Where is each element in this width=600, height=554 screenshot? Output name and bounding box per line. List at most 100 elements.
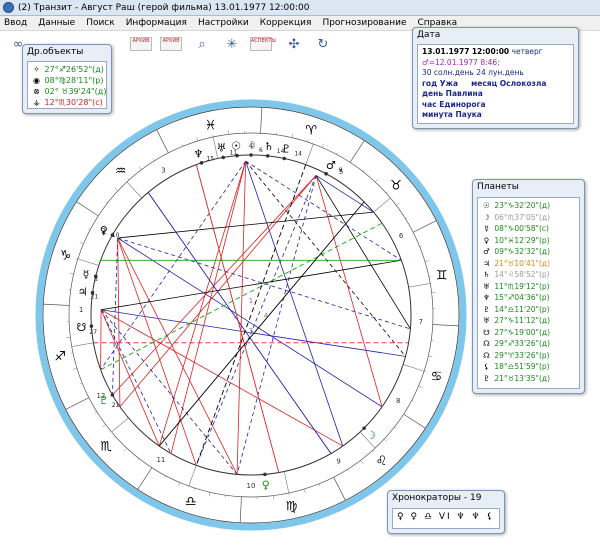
planet-glyph-icon: ♃	[483, 258, 490, 268]
planet-degree: 14	[294, 151, 302, 158]
planet-row[interactable]: ♅ 27°♑11'12"(д)	[481, 315, 576, 327]
planet-dot	[110, 393, 115, 397]
center-house-label: 2	[234, 312, 238, 320]
other-object-position: 27°♐26'52"(д)	[42, 65, 104, 74]
planet-position: 23°♑32'20"(д)	[492, 201, 551, 210]
planet-glyph-icon: ♅	[483, 281, 490, 291]
planet-position: 29°♈33'26"(р)	[492, 350, 550, 360]
house-number: 8	[396, 397, 400, 405]
planet-glyph-icon: ☉	[483, 201, 490, 210]
planet-row[interactable]: ♃ 21°♉10'41"(д)	[481, 258, 576, 270]
planet-row[interactable]: ⚸ 18°♎51'59"(р)	[481, 361, 576, 373]
planets-panel[interactable]: Планеты ☉ 23°♑32'20"(д) ☽ 06°♏37'05"(д) ☿ …	[472, 179, 585, 394]
planets-panel-title: Планеты	[477, 182, 519, 192]
planet-position: 27°♑19'00"(д)	[492, 327, 551, 337]
planet-row[interactable]: ♇ 14°♎11'20"(р)	[481, 304, 576, 316]
house-number: 3	[161, 166, 165, 174]
other-object-row[interactable]: ◉ 08°♍28'11"(р)	[31, 75, 103, 86]
house-number: 1	[79, 306, 83, 314]
other-object-position: 12°♏30'28"(с)	[42, 98, 103, 107]
chronocrator-value: ♀	[410, 512, 424, 522]
planet-dot	[221, 155, 226, 160]
house-number: 11	[156, 456, 165, 464]
planet-row[interactable]: ☊ 29°♐33'26"(д)	[481, 338, 576, 350]
planet-dot	[89, 324, 94, 328]
other-objects-panel[interactable]: Др.объекты ✧ 27°♐26'52"(д) ◉ 08°♍28'11"(р…	[22, 44, 112, 114]
lunar-day: 24 лун.день	[476, 68, 524, 77]
planet-glyph-icon: ♇	[483, 304, 490, 314]
zodiac-sign-icon: ♍	[286, 500, 298, 515]
house-number: 6	[399, 232, 404, 240]
center-house-label: 4	[264, 312, 269, 320]
other-object-glyph-icon: ✧	[33, 65, 40, 74]
zodiac-sign-icon: ♌	[376, 454, 388, 469]
house-number: 7	[419, 318, 423, 326]
chronocrators-title: Хронократоры - 19	[392, 493, 482, 503]
zodiac-sign-icon: ♈	[305, 124, 317, 139]
planet-position: 14°♎11'20"(р)	[492, 304, 550, 314]
planet-row[interactable]: ♆ 15°♐04'36"(р)	[481, 292, 576, 304]
planet-glyph-icon: ♄	[483, 270, 490, 279]
planet-row[interactable]: ☉ 23°♑32'20"(д)	[481, 200, 576, 212]
other-object-position: 08°♍28'11"(р)	[42, 76, 104, 85]
planet-position: 08°♑00'58"(с)	[492, 224, 549, 233]
planet-glyph-icon: ♄	[264, 140, 274, 153]
solar-day: 30 солн.день	[422, 68, 474, 77]
planet-position: 29°♐33'26"(д)	[492, 339, 551, 348]
planet-position: 11°♏19'12"(р)	[492, 281, 550, 291]
planet-glyph-icon: ♇	[99, 394, 109, 407]
planet-row[interactable]: ♄ 14°♌58'52"(р)	[481, 269, 576, 281]
planet-glyph-icon: ☽	[366, 429, 376, 442]
chronocrator-value: ⚸	[486, 512, 495, 522]
weekday-value: четверг	[511, 47, 543, 56]
date-value: 13.01.1977	[422, 47, 470, 56]
center-house-label: 3	[249, 327, 253, 335]
zodiac-sign-icon: ♐	[54, 350, 66, 365]
planet-degree: 10	[112, 232, 120, 239]
planet-position: 21°♉13'35"(д)	[492, 373, 551, 383]
julian-time: 8:46;	[480, 57, 500, 67]
other-object-row[interactable]: ✧ 27°♐26'52"(д)	[31, 64, 104, 75]
chronocrator-value: ♆	[456, 512, 472, 522]
planet-row[interactable]: ♀ 10°♓12'29"(р)	[481, 235, 576, 247]
date-panel-title: Дата	[417, 30, 441, 40]
house-number: 9	[336, 458, 340, 466]
year-animal: год Ужа	[422, 78, 459, 88]
planet-position: 21°♉10'41"(д)	[492, 258, 551, 268]
planet-degree: 21	[91, 293, 99, 300]
planet-row[interactable]: ☽ 06°♏37'05"(д)	[481, 212, 576, 224]
chronocrators-panel[interactable]: Хронократоры - 19 ♀ ♀ ♎ VI ♆ ♆ ⚸	[387, 490, 505, 534]
zodiac-sign-icon: ♏	[100, 439, 112, 454]
other-objects-list: ✧ 27°♐26'52"(д) ◉ 08°♍28'11"(р) ⊗ 02° ♉39'…	[27, 61, 107, 109]
planet-row[interactable]: ☿ 08°♑00'58"(с)	[481, 223, 576, 235]
date-panel[interactable]: Дата 13.01.1977 12:00:00 четверг ♂=12.01…	[412, 27, 579, 129]
planet-glyph-icon: ♂	[483, 247, 490, 256]
planet-dot	[199, 161, 204, 165]
julian-date: ♂=12.01.1977	[422, 57, 478, 67]
minute-animal: минута Паука	[422, 110, 482, 119]
planet-glyph-icon: ☊	[483, 350, 490, 360]
planet-glyph-icon: ♀	[262, 478, 270, 491]
planet-position: 10°♓12'29"(р)	[492, 235, 550, 245]
zodiac-sign-icon: ♒	[115, 164, 127, 179]
planet-row[interactable]: ♂ 09°♑32'32"(д)	[481, 246, 576, 258]
chronocrator-value: ♆	[471, 512, 487, 522]
planet-glyph-icon: ♀	[483, 235, 490, 245]
planet-glyph-icon: ⚸	[483, 362, 490, 371]
planet-row[interactable]: ☊ 29°♈33'26"(р)	[481, 350, 576, 362]
planet-row[interactable]: ☋ 27°♑19'00"(д)	[481, 327, 576, 339]
planet-row[interactable]: ♅ 11°♏19'12"(р)	[481, 281, 576, 293]
planet-glyph-icon: ☊	[483, 339, 490, 348]
other-object-row[interactable]: ⚶ 12°♏30'28"(с)	[31, 97, 103, 108]
planet-position: 09°♑32'32"(д)	[492, 247, 551, 256]
planet-glyph-icon: ♅	[217, 142, 227, 155]
chronocrator-value: VI	[438, 512, 457, 522]
planet-row[interactable]: ♇ 21°♉13'35"(д)	[481, 373, 576, 385]
planet-glyph-icon: ♇	[281, 143, 291, 156]
chronocrator-value: ♀	[397, 512, 411, 522]
chronocrator-value: ♎	[423, 512, 439, 522]
other-object-row[interactable]: ⊗ 02° ♉39'24"(д)	[31, 86, 106, 97]
planet-degree: 15	[206, 155, 214, 162]
planet-glyph-icon: ☋	[77, 321, 87, 334]
center-house-label: 1	[249, 297, 253, 305]
